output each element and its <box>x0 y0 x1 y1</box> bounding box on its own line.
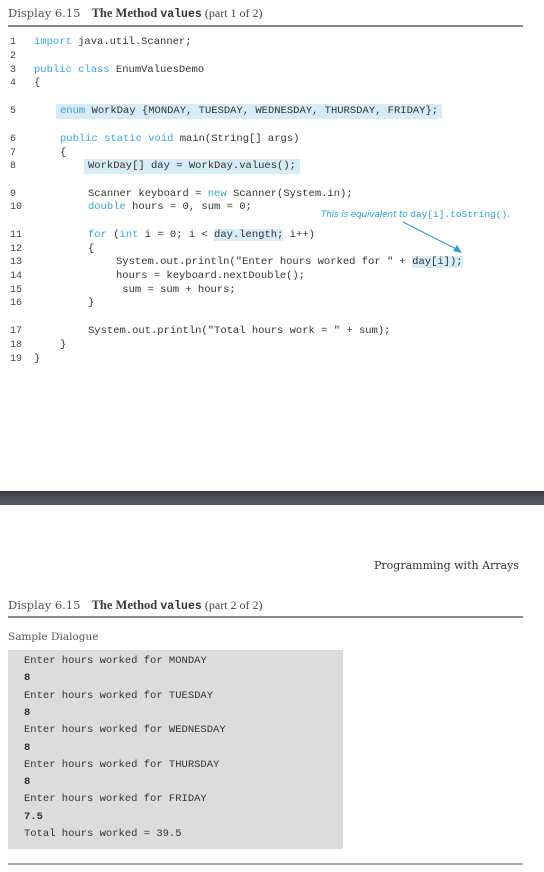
page-divider <box>0 491 544 505</box>
display-part: (part 2 of 2) <box>204 598 263 612</box>
code-token: System.out.println("Total hours work = "… <box>88 325 391 337</box>
user-input-line: 8 <box>24 672 31 685</box>
code-text: } <box>60 339 66 352</box>
line-number: 19 <box>10 354 23 365</box>
caption-rule <box>8 616 523 618</box>
output-line: Enter hours worked for FRIDAY <box>24 793 207 806</box>
code-text: } <box>34 353 40 366</box>
display-caption-part2: Display 6.15 The Method values (part 2 o… <box>8 598 263 613</box>
annotation-arrow-icon <box>402 221 462 253</box>
line-number: 18 <box>10 340 23 351</box>
code-token: } <box>34 353 41 365</box>
display-title-code: values <box>160 600 202 613</box>
code-token: } <box>60 339 67 351</box>
display-title-text: The Method <box>91 598 158 612</box>
sample-dialogue-label: Sample Dialogue <box>8 631 99 643</box>
running-head: Programming with Arrays <box>374 559 519 572</box>
annotation-arrow-line <box>402 221 459 251</box>
annotation-arrow-head <box>453 245 462 253</box>
user-input-line: 8 <box>24 776 31 789</box>
output-line: Total hours worked = 39.5 <box>24 828 182 840</box>
user-input-line: 8 <box>24 706 31 719</box>
user-input-line: 7.5 <box>24 810 43 823</box>
sample-dialogue-box: Enter hours worked for MONDAY 8 Enter hour… <box>8 650 343 849</box>
bottom-rule <box>8 863 523 865</box>
output-line: Enter hours worked for TUESDAY <box>24 689 214 702</box>
output-line: Enter hours worked for WEDNESDAY <box>24 724 226 737</box>
user-input-line: 8 <box>24 741 31 754</box>
line-number: 17 <box>10 326 23 337</box>
display-title: The Method values <box>91 598 202 613</box>
code-text: System.out.println("Total hours work = "… <box>88 325 390 338</box>
output-line: Enter hours worked for THURSDAY <box>24 758 220 771</box>
output-line: Enter hours worked for MONDAY <box>24 655 207 667</box>
display-number: Display 6.15 <box>8 598 81 612</box>
